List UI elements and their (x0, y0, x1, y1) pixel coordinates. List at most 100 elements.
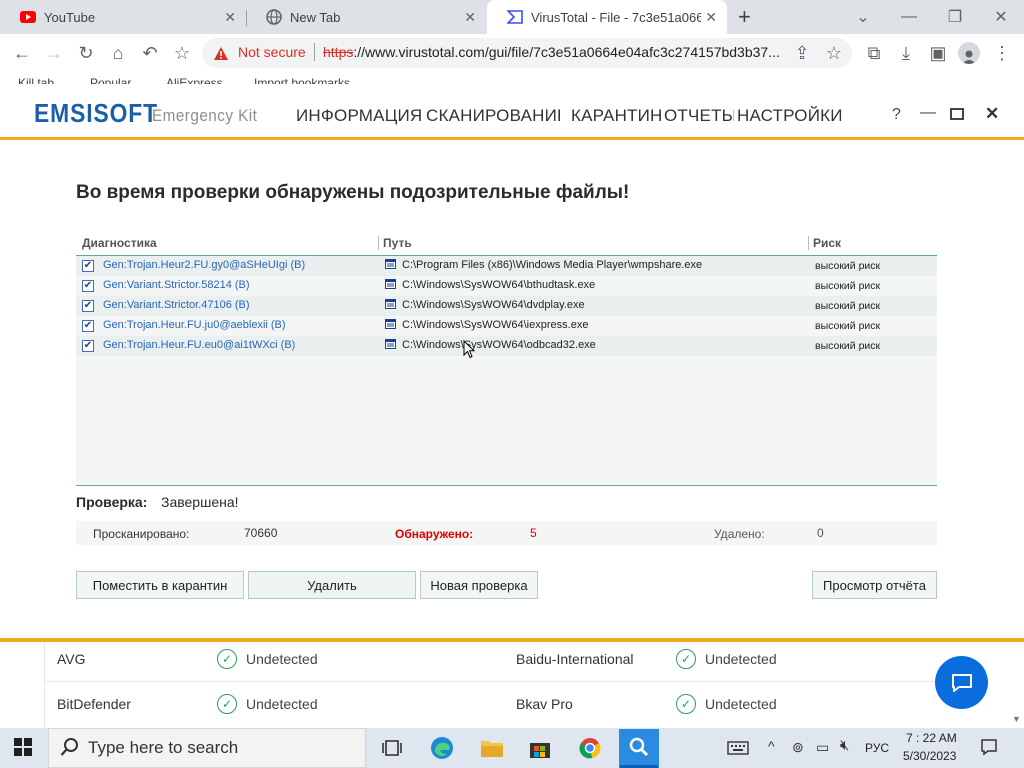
restore-icon[interactable]: ❐ (932, 0, 978, 34)
nav-quarantine[interactable]: КАРАНТИН (571, 106, 661, 126)
close-tab-icon[interactable]: ✕ (224, 9, 236, 26)
network-icon[interactable]: ⊚ (792, 739, 804, 756)
scan-status-value: Завершена! (161, 494, 239, 510)
close-app-icon[interactable]: ✕ (985, 104, 999, 124)
threat-name[interactable]: Gen:Trojan.Heur.FU.ju0@aeblexii (B) (103, 319, 286, 331)
detection-row[interactable]: ✔ Gen:Trojan.Heur.FU.eu0@ai1tWXci (B) C:\W… (76, 336, 937, 356)
nav-settings[interactable]: НАСТРОЙКИ (737, 106, 843, 126)
deleted-label: Удалено: (714, 527, 765, 541)
forward-icon[interactable]: → (42, 42, 66, 64)
language-indicator[interactable]: РУС (865, 741, 889, 755)
row-checkbox[interactable]: ✔ (82, 340, 94, 352)
share-icon[interactable]: ⇪ (790, 42, 814, 64)
edge-icon[interactable] (422, 732, 462, 764)
column-diagnosis[interactable]: Диагностика (82, 236, 157, 250)
detection-row[interactable]: ✔ Gen:Trojan.Heur2.FU.gy0@aSHeUIgi (B) C:\… (76, 256, 937, 276)
close-window-icon[interactable]: ✕ (978, 0, 1024, 34)
file-icon (385, 319, 396, 332)
view-report-button[interactable]: Просмотр отчёта (812, 571, 937, 599)
security-label[interactable]: Not secure (238, 44, 306, 60)
bookmark-item[interactable]: Kill tab (18, 76, 54, 84)
home-icon[interactable]: ⌂ (106, 42, 130, 64)
row-checkbox[interactable]: ✔ (82, 320, 94, 332)
detection-row[interactable]: ✔ Gen:Variant.Strictor.58214 (B) C:\Window… (76, 276, 937, 296)
task-view-icon[interactable] (372, 732, 412, 764)
warning-icon[interactable] (212, 44, 230, 62)
threat-name[interactable]: Gen:Trojan.Heur.FU.eu0@ai1tWXci (B) (103, 339, 295, 351)
tab-search-icon[interactable]: ⌄ (840, 0, 886, 34)
bookmark-this-icon[interactable]: ☆ (822, 42, 846, 64)
delete-button[interactable]: Удалить (248, 571, 416, 599)
volume-muted-icon[interactable]: 🔇︎ (840, 737, 849, 754)
detection-row[interactable]: ✔ Gen:Variant.Strictor.47106 (B) C:\Window… (76, 296, 937, 316)
file-icon (385, 259, 396, 272)
reload-icon[interactable]: ↻ (74, 42, 98, 64)
url-text[interactable]: https://www.virustotal.com/gui/file/7c3e… (323, 44, 780, 60)
file-path: C:\Windows\SysWOW64\odbcad32.exe (402, 339, 596, 351)
file-path: C:\Windows\SysWOW64\iexpress.exe (402, 319, 589, 331)
chat-icon (951, 673, 972, 692)
risk-level: высокий риск (815, 320, 881, 332)
check-circle-icon: ✓ (676, 694, 696, 714)
detection-row[interactable]: ✔ Gen:Trojan.Heur.FU.ju0@aeblexii (B) C:\W… (76, 316, 937, 336)
chrome-icon[interactable] (570, 732, 610, 764)
nav-reports[interactable]: ОТЧЕТЫ (664, 106, 734, 126)
bookmark-item[interactable]: Popular (90, 76, 131, 84)
side-panel-icon[interactable]: ▣ (926, 42, 950, 64)
bookmark-star-icon[interactable]: ☆ (170, 42, 194, 64)
clock-date[interactable]: 5/30/2023 (903, 749, 956, 763)
found-value: 5 (530, 526, 537, 540)
logo-main: EMSISOFT (34, 98, 158, 128)
close-tab-icon[interactable]: ✕ (701, 9, 717, 26)
download-icon[interactable]: ⤓ (894, 42, 918, 64)
windows-start-icon[interactable] (14, 738, 32, 761)
bookmark-item[interactable]: Import bookmarks (254, 76, 350, 84)
extensions-icon[interactable]: ⧉ (862, 42, 886, 64)
column-path[interactable]: Путь (378, 236, 412, 250)
threat-name[interactable]: Gen:Variant.Strictor.47106 (B) (103, 299, 250, 311)
chevron-up-icon[interactable]: ^ (768, 738, 775, 754)
file-icon (385, 339, 396, 352)
chat-button[interactable] (935, 656, 988, 709)
bookmarks-bar: Kill tab Popular AliExpress Import bookm… (0, 72, 1024, 84)
row-checkbox[interactable]: ✔ (82, 300, 94, 312)
row-checkbox[interactable]: ✔ (82, 280, 94, 292)
row-checkbox[interactable]: ✔ (82, 260, 94, 272)
minimize-icon[interactable]: — (886, 0, 932, 34)
undo-icon[interactable]: ↶ (138, 42, 162, 64)
vt-engine-name: AVG (57, 651, 86, 667)
profile-avatar-icon[interactable] (958, 42, 980, 64)
new-tab-button[interactable]: + (738, 4, 751, 30)
bookmark-item[interactable]: AliExpress (166, 76, 223, 84)
vt-engine-name: Bkav Pro (516, 696, 573, 712)
file-explorer-icon[interactable] (472, 732, 512, 764)
emsisoft-taskbar-button[interactable] (619, 729, 659, 768)
logo-sub: Emergency Kit (152, 106, 258, 125)
nav-scan[interactable]: СКАНИРОВАНИЕ (426, 106, 560, 126)
tab-virustotal[interactable]: VirusTotal - File - 7c3e51a0664e0 ✕ (487, 0, 727, 34)
threat-name[interactable]: Gen:Trojan.Heur2.FU.gy0@aSHeUIgi (B) (103, 259, 305, 271)
keyboard-icon[interactable] (720, 732, 756, 764)
maximize-app-icon[interactable] (950, 108, 964, 120)
help-icon[interactable]: ? (892, 106, 901, 124)
check-circle-icon: ✓ (217, 694, 237, 714)
vt-engine-status: Undetected (705, 696, 777, 712)
tab-youtube[interactable]: YouTube ✕ (0, 0, 246, 34)
nav-info[interactable]: ИНФОРМАЦИЯ (296, 106, 422, 126)
file-path: C:\Windows\SysWOW64\bthudtask.exe (402, 279, 596, 291)
scroll-down-icon[interactable]: ▼ (1012, 714, 1021, 724)
quarantine-button[interactable]: Поместить в карантин (76, 571, 244, 599)
tab-title: YouTube (44, 9, 96, 25)
tab-new-tab[interactable]: New Tab ✕ (246, 0, 486, 34)
column-risk[interactable]: Риск (808, 236, 841, 250)
notifications-icon[interactable] (980, 738, 998, 761)
back-icon[interactable]: ← (10, 42, 34, 64)
menu-icon[interactable]: ⋮ (990, 42, 1014, 64)
new-scan-button[interactable]: Новая проверка (420, 571, 538, 599)
close-tab-icon[interactable]: ✕ (464, 9, 476, 26)
clock-time[interactable]: 7 : 22 AM (906, 731, 957, 745)
minimize-app-icon[interactable]: — (920, 104, 936, 122)
store-icon[interactable] (520, 732, 560, 764)
display-icon[interactable]: ▭ (816, 739, 829, 756)
threat-name[interactable]: Gen:Variant.Strictor.58214 (B) (103, 279, 250, 291)
